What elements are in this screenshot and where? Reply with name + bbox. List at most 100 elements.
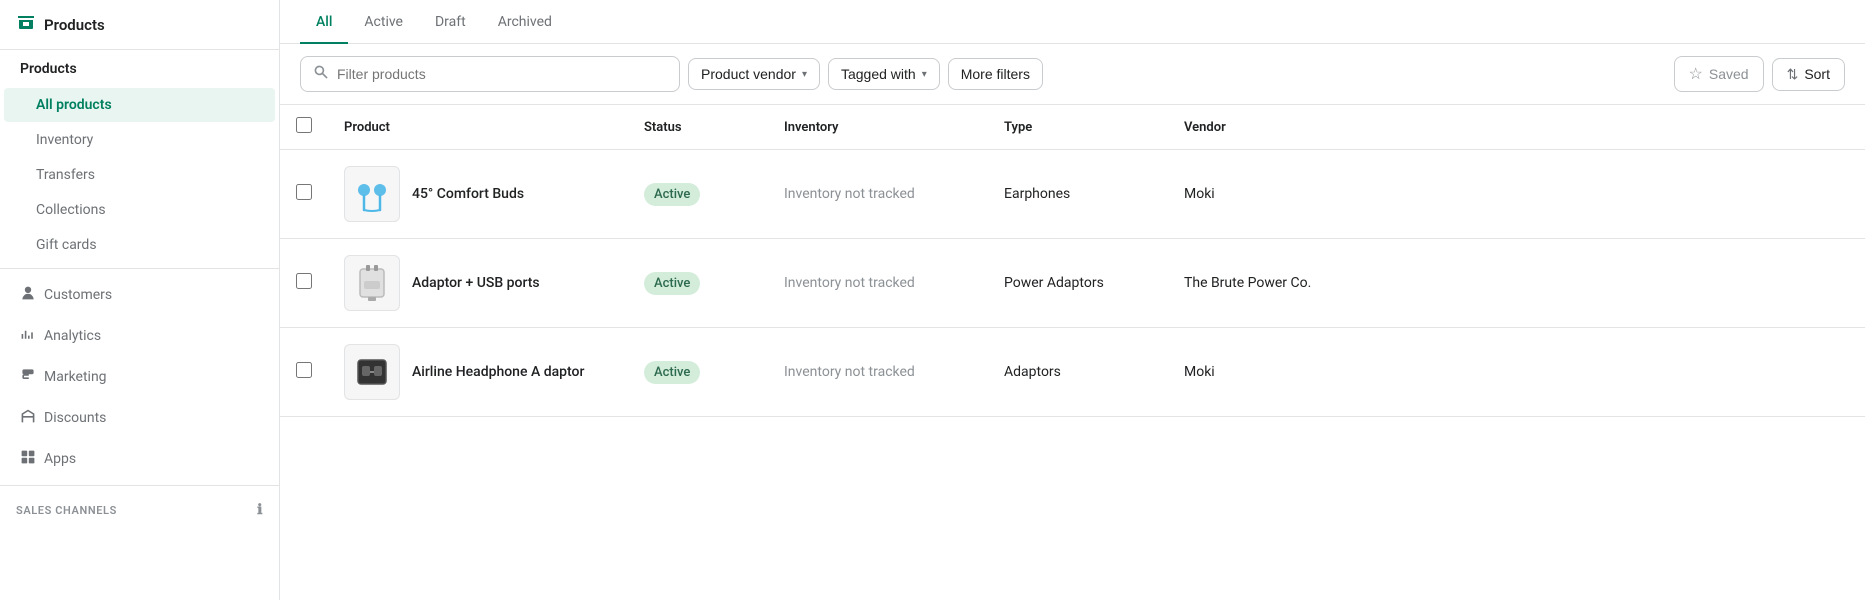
column-product: Product bbox=[328, 105, 628, 150]
sidebar-sub-item-label: Collections bbox=[36, 202, 106, 218]
tab-active[interactable]: Active bbox=[348, 0, 419, 44]
table-row[interactable]: Adaptor + USB ports Active Inventory not… bbox=[280, 239, 1865, 328]
status-badge: Active bbox=[644, 272, 700, 295]
inventory-value: Inventory not tracked bbox=[784, 275, 915, 291]
row-vendor-cell: The Brute Power Co. bbox=[1168, 239, 1865, 328]
row-checkbox-cell[interactable] bbox=[280, 328, 328, 417]
sidebar-item-customers[interactable]: Customers bbox=[4, 275, 275, 315]
tabs-bar: All Active Draft Archived bbox=[280, 0, 1865, 44]
row-type-cell: Power Adaptors bbox=[988, 239, 1168, 328]
row-type-cell: Earphones bbox=[988, 150, 1168, 239]
sidebar-item-label: Products bbox=[20, 61, 77, 77]
sidebar-item-label: Marketing bbox=[44, 369, 107, 385]
sidebar-item-label: Apps bbox=[44, 451, 76, 467]
sidebar-title: Products bbox=[44, 16, 105, 34]
main-content: All Active Draft Archived Product vendor… bbox=[280, 0, 1865, 600]
row-product-cell: Adaptor + USB ports bbox=[328, 239, 628, 328]
sidebar-item-products[interactable]: Products bbox=[4, 51, 275, 87]
sort-button[interactable]: ⇅ Sort bbox=[1772, 58, 1845, 91]
products-table-container: Product Status Inventory Type Vendor bbox=[280, 105, 1865, 600]
sidebar-sub-item-label: All products bbox=[36, 97, 112, 113]
vendor-value: Moki bbox=[1184, 364, 1215, 380]
sidebar-item-label: Customers bbox=[44, 287, 112, 303]
search-input[interactable] bbox=[337, 66, 667, 82]
row-checkbox-cell[interactable] bbox=[280, 150, 328, 239]
search-box[interactable] bbox=[300, 56, 680, 92]
more-filters-label: More filters bbox=[961, 66, 1030, 82]
row-status-cell: Active bbox=[628, 239, 768, 328]
row-product-cell: Airline Headphone A daptor bbox=[328, 328, 628, 417]
column-status: Status bbox=[628, 105, 768, 150]
sidebar-item-gift-cards[interactable]: Gift cards bbox=[4, 228, 275, 262]
sort-label: Sort bbox=[1804, 66, 1830, 82]
sidebar-item-discounts[interactable]: Discounts bbox=[4, 398, 275, 438]
row-inventory-cell: Inventory not tracked bbox=[768, 150, 988, 239]
analytics-icon bbox=[20, 326, 36, 346]
tab-archived[interactable]: Archived bbox=[482, 0, 568, 44]
product-image bbox=[344, 344, 400, 400]
status-badge: Active bbox=[644, 183, 700, 206]
table-header-row: Product Status Inventory Type Vendor bbox=[280, 105, 1865, 150]
select-all-checkbox[interactable] bbox=[296, 117, 312, 133]
sidebar-item-label: Analytics bbox=[44, 328, 101, 344]
row-checkbox[interactable] bbox=[296, 273, 312, 289]
row-checkbox-cell[interactable] bbox=[280, 239, 328, 328]
product-name: Airline Headphone A daptor bbox=[412, 364, 584, 380]
product-name: Adaptor + USB ports bbox=[412, 275, 540, 291]
row-product-cell: 45° Comfort Buds bbox=[328, 150, 628, 239]
sidebar-item-all-products[interactable]: All products bbox=[4, 88, 275, 122]
sidebar-item-label: Discounts bbox=[44, 410, 106, 426]
sidebar-item-apps[interactable]: Apps bbox=[4, 439, 275, 479]
table-row[interactable]: Airline Headphone A daptor Active Invent… bbox=[280, 328, 1865, 417]
sidebar: Products Products All products Inventory… bbox=[0, 0, 280, 600]
column-vendor: Vendor bbox=[1168, 105, 1865, 150]
sidebar-item-marketing[interactable]: Marketing bbox=[4, 357, 275, 397]
row-inventory-cell: Inventory not tracked bbox=[768, 239, 988, 328]
tagged-with-filter-button[interactable]: Tagged with ▾ bbox=[828, 58, 940, 90]
sidebar-item-transfers[interactable]: Transfers bbox=[4, 158, 275, 192]
star-icon: ☆ bbox=[1689, 64, 1703, 84]
vendor-value: Moki bbox=[1184, 186, 1215, 202]
product-image bbox=[344, 166, 400, 222]
sidebar-item-inventory[interactable]: Inventory bbox=[4, 123, 275, 157]
saved-label: Saved bbox=[1709, 66, 1749, 82]
product-name: 45° Comfort Buds bbox=[412, 186, 524, 202]
type-value: Power Adaptors bbox=[1004, 275, 1104, 291]
sidebar-item-collections[interactable]: Collections bbox=[4, 193, 275, 227]
status-badge: Active bbox=[644, 361, 700, 384]
sidebar-sub-item-label: Gift cards bbox=[36, 237, 97, 253]
column-type: Type bbox=[988, 105, 1168, 150]
saved-button[interactable]: ☆ Saved bbox=[1674, 56, 1764, 92]
tab-draft[interactable]: Draft bbox=[419, 0, 482, 44]
sidebar-divider-2 bbox=[0, 485, 279, 486]
sidebar-nav: Products All products Inventory Transfer… bbox=[0, 50, 279, 600]
sidebar-divider bbox=[0, 268, 279, 269]
product-image bbox=[344, 255, 400, 311]
product-vendor-label: Product vendor bbox=[701, 66, 796, 82]
row-inventory-cell: Inventory not tracked bbox=[768, 328, 988, 417]
chevron-down-icon: ▾ bbox=[802, 69, 807, 80]
sidebar-sub-item-label: Inventory bbox=[36, 132, 93, 148]
column-inventory: Inventory bbox=[768, 105, 988, 150]
row-checkbox[interactable] bbox=[296, 184, 312, 200]
select-all-header[interactable] bbox=[280, 105, 328, 150]
sidebar-item-analytics[interactable]: Analytics bbox=[4, 316, 275, 356]
search-icon bbox=[313, 64, 329, 84]
customers-icon bbox=[20, 285, 36, 305]
sales-channels-label: SALES CHANNELS ℹ bbox=[0, 492, 279, 522]
tab-all[interactable]: All bbox=[300, 0, 348, 44]
discounts-icon bbox=[20, 408, 36, 428]
row-checkbox[interactable] bbox=[296, 362, 312, 378]
table-body: 45° Comfort Buds Active Inventory not tr… bbox=[280, 150, 1865, 417]
row-status-cell: Active bbox=[628, 328, 768, 417]
tagged-with-label: Tagged with bbox=[841, 66, 916, 82]
sort-arrows-icon: ⇅ bbox=[1787, 66, 1799, 83]
vendor-value: The Brute Power Co. bbox=[1184, 275, 1311, 291]
table-row[interactable]: 45° Comfort Buds Active Inventory not tr… bbox=[280, 150, 1865, 239]
inventory-value: Inventory not tracked bbox=[784, 364, 915, 380]
chevron-down-icon: ▾ bbox=[922, 69, 927, 80]
more-filters-button[interactable]: More filters bbox=[948, 58, 1043, 90]
product-vendor-filter-button[interactable]: Product vendor ▾ bbox=[688, 58, 820, 90]
type-value: Adaptors bbox=[1004, 364, 1061, 380]
products-icon bbox=[16, 12, 36, 37]
